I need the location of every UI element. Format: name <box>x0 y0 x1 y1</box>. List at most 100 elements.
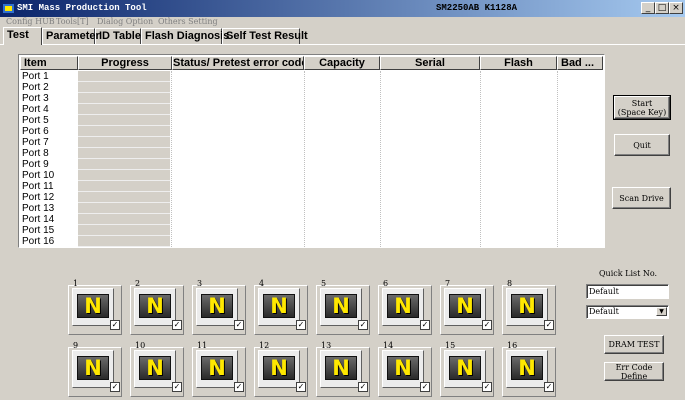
progress-bar <box>78 126 170 137</box>
port-enable-checkbox[interactable]: ✓ <box>420 320 430 330</box>
port-enable-checkbox[interactable]: ✓ <box>358 382 368 392</box>
quick-list-select[interactable]: Default ▼ <box>586 305 669 319</box>
port-label: Port 11 <box>22 181 54 192</box>
port-status-tile[interactable]: 8 N ✓ <box>501 280 557 336</box>
drive-status-icon: N <box>382 350 424 388</box>
table-row[interactable]: Port 12 <box>20 192 603 203</box>
port-status-tile[interactable]: 13 N ✓ <box>315 342 371 398</box>
port-list-table[interactable]: Item Progress Status/ Pretest error code… <box>18 54 605 248</box>
column-header-progress[interactable]: Progress <box>78 56 172 70</box>
status-letter: N <box>84 356 102 380</box>
port-enable-checkbox[interactable]: ✓ <box>482 382 492 392</box>
monitor-icon: N <box>449 356 481 380</box>
port-enable-checkbox[interactable]: ✓ <box>544 320 554 330</box>
table-row[interactable]: Port 6 <box>20 126 603 137</box>
drive-status-icon: N <box>444 288 486 326</box>
table-row[interactable]: Port 11 <box>20 181 603 192</box>
table-row[interactable]: Port 4 <box>20 104 603 115</box>
port-label: Port 7 <box>22 137 49 148</box>
table-row[interactable]: Port 8 <box>20 148 603 159</box>
table-row[interactable]: Port 3 <box>20 93 603 104</box>
monitor-icon: N <box>511 356 543 380</box>
port-enable-checkbox[interactable]: ✓ <box>296 320 306 330</box>
minimize-button[interactable]: _ <box>641 2 655 14</box>
table-row[interactable]: Port 5 <box>20 115 603 126</box>
close-button[interactable]: × <box>669 2 683 14</box>
status-letter: N <box>208 294 226 318</box>
menu-tools[interactable]: Tools[T] <box>56 17 89 26</box>
port-status-tile[interactable]: 11 N ✓ <box>191 342 247 398</box>
tab-self-test-result[interactable]: Self Test Result <box>222 28 308 44</box>
table-row[interactable]: Port 2 <box>20 82 603 93</box>
table-row[interactable]: Port 16 <box>20 236 603 247</box>
table-row[interactable]: Port 7 <box>20 137 603 148</box>
port-status-tile[interactable]: 7 N ✓ <box>439 280 495 336</box>
dram-test-button[interactable]: DRAM TEST <box>604 335 664 354</box>
port-status-tile[interactable]: 5 N ✓ <box>315 280 371 336</box>
monitor-icon: N <box>263 356 295 380</box>
port-status-tile[interactable]: 12 N ✓ <box>253 342 309 398</box>
scan-drive-button[interactable]: Scan Drive <box>612 187 671 209</box>
quick-list-input[interactable] <box>586 284 669 299</box>
version-text: SM2250AB K1128A <box>436 3 518 13</box>
port-status-tile[interactable]: 4 N ✓ <box>253 280 309 336</box>
column-header-capacity[interactable]: Capacity <box>304 56 380 70</box>
monitor-icon: N <box>201 294 233 318</box>
port-status-tile[interactable]: 1 N ✓ <box>67 280 123 336</box>
table-row[interactable]: Port 13 <box>20 203 603 214</box>
port-status-tile[interactable]: 16 N ✓ <box>501 342 557 398</box>
port-status-tile[interactable]: 9 N ✓ <box>67 342 123 398</box>
maximize-button[interactable]: □ <box>655 2 669 14</box>
quick-list-label: Quick List No. <box>599 269 658 278</box>
menu-config-hub[interactable]: Config HUB <box>6 17 55 26</box>
menu-dialog-option[interactable]: Dialog Option <box>97 17 153 26</box>
port-status-tile[interactable]: 2 N ✓ <box>129 280 185 336</box>
column-header-serial[interactable]: Serial <box>380 56 480 70</box>
tab-flash-diagnosis[interactable]: Flash Diagnosis <box>141 28 229 44</box>
column-header-flash[interactable]: Flash <box>480 56 557 70</box>
tab-test[interactable]: Test <box>3 27 42 45</box>
port-status-tile[interactable]: 10 N ✓ <box>129 342 185 398</box>
drive-status-icon: N <box>72 350 114 388</box>
column-header-item[interactable]: Item <box>20 56 78 70</box>
tab-parameter[interactable]: Parameter <box>42 28 100 44</box>
table-row[interactable]: Port 14 <box>20 214 603 225</box>
port-enable-checkbox[interactable]: ✓ <box>296 382 306 392</box>
err-code-define-button[interactable]: Err Code Define <box>604 362 664 381</box>
port-number: 15 <box>445 341 456 350</box>
port-status-tile[interactable]: 6 N ✓ <box>377 280 433 336</box>
quit-button[interactable]: Quit <box>614 134 670 156</box>
drive-status-icon: N <box>258 350 300 388</box>
column-header-bad[interactable]: Bad ... <box>557 56 603 70</box>
port-enable-checkbox[interactable]: ✓ <box>482 320 492 330</box>
port-enable-checkbox[interactable]: ✓ <box>234 320 244 330</box>
monitor-icon: N <box>387 294 419 318</box>
status-letter: N <box>394 356 412 380</box>
port-status-tile[interactable]: 3 N ✓ <box>191 280 247 336</box>
port-enable-checkbox[interactable]: ✓ <box>358 320 368 330</box>
dropdown-arrow-icon[interactable]: ▼ <box>656 307 667 316</box>
tab-id-table[interactable]: ID Table <box>95 28 141 44</box>
port-enable-checkbox[interactable]: ✓ <box>544 382 554 392</box>
table-row[interactable]: Port 1 <box>20 71 603 82</box>
port-status-tile[interactable]: 15 N ✓ <box>439 342 495 398</box>
port-enable-checkbox[interactable]: ✓ <box>234 382 244 392</box>
port-number: 5 <box>321 279 327 288</box>
monitor-icon: N <box>325 294 357 318</box>
start-button[interactable]: Start (Space Key) <box>613 95 671 120</box>
port-enable-checkbox[interactable]: ✓ <box>172 382 182 392</box>
table-row[interactable]: Port 15 <box>20 225 603 236</box>
column-header-status[interactable]: Status/ Pretest error code <box>172 56 304 70</box>
table-row[interactable]: Port 9 <box>20 159 603 170</box>
menu-others-setting[interactable]: Others Setting <box>158 17 218 26</box>
progress-bar <box>78 203 170 214</box>
progress-bar <box>78 93 170 104</box>
port-enable-checkbox[interactable]: ✓ <box>172 320 182 330</box>
port-enable-checkbox[interactable]: ✓ <box>110 382 120 392</box>
table-row[interactable]: Port 10 <box>20 170 603 181</box>
menu-bar: Config HUB Tools[T] Dialog Option Others… <box>0 17 685 28</box>
port-status-tile[interactable]: 14 N ✓ <box>377 342 433 398</box>
port-enable-checkbox[interactable]: ✓ <box>110 320 120 330</box>
port-number: 11 <box>197 341 208 350</box>
port-enable-checkbox[interactable]: ✓ <box>420 382 430 392</box>
